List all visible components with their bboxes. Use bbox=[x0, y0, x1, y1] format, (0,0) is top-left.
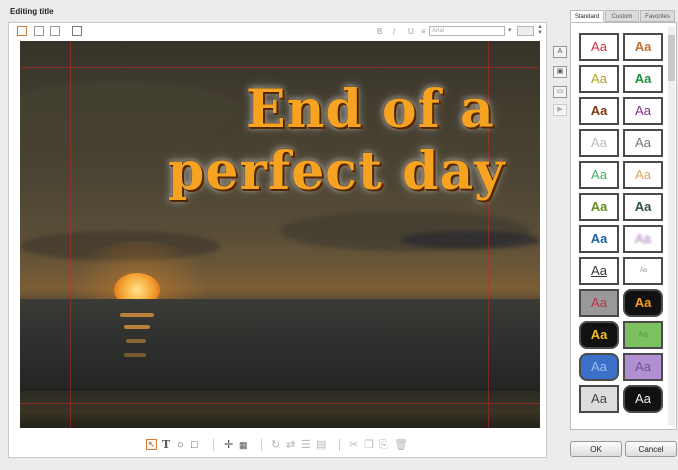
window-title: Editing title bbox=[10, 7, 54, 16]
style-swatch[interactable]: Aa bbox=[623, 321, 663, 349]
style-swatch[interactable]: Aa bbox=[579, 321, 619, 349]
move-icon[interactable]: ✛ bbox=[224, 439, 233, 451]
separator bbox=[213, 439, 214, 451]
cloud bbox=[400, 231, 540, 249]
style-swatch[interactable]: Aa bbox=[579, 257, 619, 285]
style-swatch[interactable]: Aa bbox=[623, 225, 663, 253]
chevron-down-icon[interactable]: ▾ bbox=[508, 26, 512, 34]
image-icon[interactable]: ▣ bbox=[553, 66, 567, 78]
rectangle-tool-icon[interactable]: □ bbox=[191, 439, 198, 451]
style-swatch[interactable]: Aa bbox=[579, 193, 619, 221]
ok-button[interactable]: OK bbox=[570, 441, 622, 457]
align-left-button[interactable] bbox=[34, 26, 44, 36]
video-icon[interactable]: ▶ bbox=[553, 104, 567, 116]
safe-area-guide bbox=[70, 41, 71, 428]
style-swatch[interactable]: Aa bbox=[579, 289, 619, 317]
style-swatch[interactable]: Aa bbox=[579, 385, 619, 413]
paste-icon[interactable]: ⎘ bbox=[379, 439, 388, 451]
background-icon[interactable]: ▭ bbox=[553, 86, 567, 98]
style-swatch[interactable]: Aa bbox=[579, 353, 619, 381]
text-align-button[interactable]: ≡ bbox=[421, 27, 426, 36]
font-select[interactable]: Arial bbox=[429, 26, 505, 36]
size-spinner-icon[interactable]: ▲ ▼ bbox=[537, 24, 543, 36]
style-swatch[interactable]: Aa bbox=[579, 65, 619, 93]
text-style-icon[interactable]: A bbox=[553, 46, 567, 58]
title-canvas[interactable]: End of a perfect day bbox=[20, 41, 540, 428]
sea bbox=[20, 299, 540, 389]
align-icon[interactable]: ☰ bbox=[301, 439, 311, 451]
copy-icon[interactable]: ❐ bbox=[364, 439, 374, 451]
tab-custom[interactable]: Custom bbox=[605, 10, 639, 22]
sun-reflection bbox=[124, 353, 146, 357]
scrollbar-thumb[interactable] bbox=[668, 35, 675, 81]
bold-button[interactable]: B bbox=[377, 27, 382, 36]
delete-icon[interactable]: 🗑 bbox=[394, 439, 408, 451]
separator bbox=[261, 439, 262, 451]
style-swatch[interactable]: Aa bbox=[623, 385, 663, 413]
flip-icon[interactable]: ⇄ bbox=[286, 439, 295, 451]
tab-favorites[interactable]: Favorites bbox=[640, 10, 675, 22]
title-text-line[interactable]: End of a bbox=[246, 79, 495, 140]
style-tabs: Standard Custom Favorites bbox=[570, 10, 675, 22]
safe-area-button[interactable] bbox=[17, 26, 27, 36]
text-tool-icon[interactable]: T bbox=[162, 439, 170, 451]
align-center-button[interactable] bbox=[50, 26, 60, 36]
title-text-line[interactable]: perfect day bbox=[168, 141, 505, 202]
style-swatch[interactable]: Aa bbox=[623, 65, 663, 93]
style-swatch[interactable]: Aa bbox=[623, 129, 663, 157]
sun-reflection bbox=[126, 339, 146, 343]
title-editor-panel: B / U ≡ Arial ▾ ▲ ▼ End of a perfect day … bbox=[8, 22, 547, 458]
style-swatch[interactable]: Aa bbox=[623, 33, 663, 61]
style-swatch[interactable]: Aa bbox=[623, 353, 663, 381]
cancel-button[interactable]: Cancel bbox=[625, 441, 677, 457]
rotate-icon[interactable]: ↻ bbox=[271, 439, 280, 451]
ellipse-tool-icon[interactable]: ○ bbox=[177, 439, 184, 451]
style-swatch[interactable]: Aa bbox=[579, 97, 619, 125]
cut-icon[interactable]: ✂ bbox=[349, 439, 358, 451]
italic-button[interactable]: / bbox=[393, 27, 395, 36]
tab-standard[interactable]: Standard bbox=[570, 10, 604, 22]
grid-icon[interactable]: ▦ bbox=[239, 439, 248, 451]
safe-area-guide bbox=[20, 67, 540, 68]
style-swatch[interactable]: Aa bbox=[623, 161, 663, 189]
cloud bbox=[20, 81, 240, 141]
editor-toolbar: B / U ≡ Arial ▾ ▲ ▼ bbox=[9, 23, 546, 41]
style-swatch[interactable]: Aa bbox=[579, 129, 619, 157]
shore bbox=[20, 391, 540, 428]
font-size-field[interactable] bbox=[517, 26, 534, 36]
distribute-icon[interactable]: ▤ bbox=[316, 439, 326, 451]
select-arrow-icon[interactable]: ↖ bbox=[146, 439, 157, 450]
style-swatch[interactable]: Aa bbox=[623, 289, 663, 317]
style-swatch[interactable]: Aa bbox=[579, 225, 619, 253]
sun-reflection bbox=[124, 325, 150, 329]
style-swatch[interactable]: Aa bbox=[623, 193, 663, 221]
scrollbar[interactable] bbox=[668, 27, 675, 425]
justify-button[interactable] bbox=[72, 26, 82, 36]
separator bbox=[339, 439, 340, 451]
drawing-toolbar: ↖ T ○ □ ✛ ▦ ↻ ⇄ ☰ ▤ ✂ ❐ ⎘ 🗑 bbox=[9, 435, 546, 455]
style-swatch[interactable]: Aa bbox=[623, 97, 663, 125]
safe-area-guide bbox=[20, 403, 540, 404]
style-swatch[interactable]: Aa bbox=[623, 257, 663, 285]
style-swatch[interactable]: Aa bbox=[579, 161, 619, 189]
sun-reflection bbox=[120, 313, 154, 317]
underline-button[interactable]: U bbox=[408, 27, 414, 36]
style-swatch[interactable]: Aa bbox=[579, 33, 619, 61]
style-swatch-panel: Aa Aa Aa Aa Aa Aa Aa Aa Aa Aa Aa Aa Aa A… bbox=[570, 22, 677, 430]
